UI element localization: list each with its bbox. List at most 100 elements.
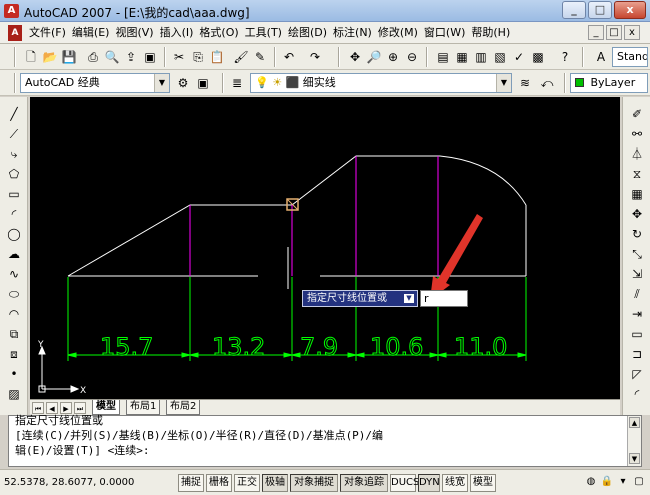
construction-line-icon[interactable]: ⟋ [5, 125, 23, 143]
osnap-toggle[interactable]: 对象捕捉 [290, 474, 338, 492]
tool-palettes-icon[interactable]: ▥ [472, 48, 490, 66]
print-preview-icon[interactable]: 🔍 [103, 48, 121, 66]
scroll-up-icon[interactable]: ▲ [629, 417, 640, 428]
hatch-icon[interactable]: ▨ [5, 385, 23, 403]
menu-help[interactable]: 帮助(H) [468, 22, 513, 44]
menu-dimension[interactable]: 标注(N) [330, 22, 375, 44]
cut-icon[interactable]: ✂ [170, 48, 188, 66]
menu-window[interactable]: 窗口(W) [421, 22, 468, 44]
save-icon[interactable]: 💾 [60, 48, 78, 66]
layer-combo[interactable]: 💡 ☀ ⬛ 细实线 ▼ [250, 73, 512, 93]
rectangle-icon[interactable]: ▭ [5, 185, 23, 203]
drawing-area[interactable]: 15.7 13.2 7.9 10.6 11.0 Y X 指定尺寸线位置或 ▼ r [30, 97, 620, 399]
array-icon[interactable]: ▦ [628, 185, 646, 203]
menu-format[interactable]: 格式(O) [196, 22, 241, 44]
mirror-icon[interactable]: ⏃ [628, 145, 646, 163]
close-button[interactable]: x [614, 1, 646, 19]
chamfer-icon[interactable]: ◸ [628, 365, 646, 383]
dimension-text-3[interactable]: 7.9 [300, 333, 339, 362]
chevron-down-icon[interactable]: ▼ [154, 74, 169, 92]
dynamic-input-field[interactable]: r [420, 290, 468, 307]
block-editor-icon[interactable]: ✎ [251, 48, 269, 66]
insert-block-icon[interactable]: ⧉ [5, 325, 23, 343]
zoom-realtime-icon[interactable]: 🔎 [365, 48, 383, 66]
dimension-text-2[interactable]: 13.2 [212, 333, 266, 362]
clean-screen-icon[interactable]: ▢ [632, 475, 646, 489]
lock-icon[interactable]: 🔒 [600, 475, 614, 489]
coordinate-readout[interactable]: 52.5378, 28.6077, 0.0000 [4, 474, 174, 492]
minimize-button[interactable]: _ [562, 1, 586, 19]
undo-icon[interactable]: ↶ [280, 48, 298, 66]
move-icon[interactable]: ✥ [628, 205, 646, 223]
calculator-icon[interactable]: ▩ [529, 48, 547, 66]
revision-cloud-icon[interactable]: ☁ [5, 245, 23, 263]
point-icon[interactable]: • [5, 365, 23, 383]
open-file-icon[interactable]: 📂 [41, 48, 59, 66]
paste-icon[interactable]: 📋 [208, 48, 226, 66]
make-block-icon[interactable]: ⧈ [5, 345, 23, 363]
command-prompt-line[interactable]: 辑(E)/设置(T)] <连续>: [15, 444, 149, 457]
scale-icon[interactable]: ⤡ [628, 245, 646, 263]
extend-icon[interactable]: ⇥ [628, 305, 646, 323]
workspace-combo[interactable]: AutoCAD 经典 ▼ [20, 73, 170, 93]
copy-icon[interactable]: ⎘ [189, 48, 207, 66]
first-tab-icon[interactable]: ⏮ [32, 402, 44, 414]
prev-tab-icon[interactable]: ◀ [46, 402, 58, 414]
menu-edit[interactable]: 编辑(E) [69, 22, 113, 44]
spline-icon[interactable]: ∿ [5, 265, 23, 283]
polar-toggle[interactable]: 极轴 [262, 474, 288, 492]
command-window[interactable]: 指定尺寸线位置或 [连续(C)/并列(S)/基线(B)/坐标(O)/半径(R)/… [8, 414, 642, 467]
markup-icon[interactable]: ✓ [510, 48, 528, 66]
snap-toggle[interactable]: 捕捉 [178, 474, 204, 492]
pan-icon[interactable]: ✥ [346, 48, 364, 66]
arc-icon[interactable]: ◜ [5, 205, 23, 223]
print-icon[interactable]: ⎙ [84, 48, 102, 66]
match-properties-icon[interactable]: 🖌 [232, 48, 250, 66]
autocad-app-icon[interactable]: A [4, 4, 19, 18]
dyn-toggle[interactable]: DYN [418, 474, 440, 492]
layer-previous-icon[interactable]: ⤺ [538, 74, 556, 92]
chevron-down-icon[interactable]: ▼ [496, 74, 511, 92]
join-icon[interactable]: ⊐ [628, 345, 646, 363]
ellipse-icon[interactable]: ⬭ [5, 285, 23, 303]
design-center-icon[interactable]: ▦ [453, 48, 471, 66]
tab-model[interactable]: 模型 [92, 400, 120, 415]
publish-icon[interactable]: ⇪ [122, 48, 140, 66]
tab-layout2[interactable]: 布局2 [166, 400, 201, 415]
ellipse-arc-icon[interactable]: ◠ [5, 305, 23, 323]
zoom-window-icon[interactable]: ⊕ [384, 48, 402, 66]
grid-toggle[interactable]: 栅格 [206, 474, 232, 492]
tab-layout1[interactable]: 布局1 [126, 400, 161, 415]
menu-tools[interactable]: 工具(T) [242, 22, 285, 44]
plot-3d-icon[interactable]: ▣ [141, 48, 159, 66]
last-tab-icon[interactable]: ⏭ [74, 402, 86, 414]
chevron-down-icon[interactable]: ▼ [404, 294, 414, 303]
model-space-toggle[interactable]: 模型 [470, 474, 496, 492]
menu-file[interactable]: 文件(F) [26, 22, 69, 44]
tray-settings-icon[interactable]: ▾ [616, 475, 630, 489]
circle-icon[interactable]: ◯ [5, 225, 23, 243]
dimension-text-4[interactable]: 10.6 [370, 333, 424, 362]
ortho-toggle[interactable]: 正交 [234, 474, 260, 492]
doc-minimize-button[interactable]: _ [588, 25, 604, 40]
layer-manager-icon[interactable]: ≣ [228, 74, 246, 92]
maximize-button[interactable]: □ [588, 1, 612, 19]
menu-draw[interactable]: 绘图(D) [285, 22, 330, 44]
redo-icon[interactable]: ↷ [306, 48, 324, 66]
help-icon[interactable]: ? [556, 48, 574, 66]
save-workspace-icon[interactable]: ▣ [194, 74, 212, 92]
offset-icon[interactable]: ⧖ [628, 165, 646, 183]
rotate-icon[interactable]: ↻ [628, 225, 646, 243]
break-icon[interactable]: ▭ [628, 325, 646, 343]
make-layer-current-icon[interactable]: ≋ [516, 74, 534, 92]
document-icon[interactable]: A [8, 25, 22, 41]
command-scrollbar[interactable]: ▲ ▼ [627, 416, 641, 466]
dimension-text-1[interactable]: 15.7 [100, 333, 154, 362]
menu-modify[interactable]: 修改(M) [375, 22, 421, 44]
menu-insert[interactable]: 插入(I) [157, 22, 197, 44]
text-style-icon[interactable]: A [592, 48, 610, 66]
properties-icon[interactable]: ▤ [434, 48, 452, 66]
dimension-text-5[interactable]: 11.0 [454, 333, 508, 362]
color-combo[interactable]: ByLayer [570, 73, 648, 93]
polygon-icon[interactable]: ⬠ [5, 165, 23, 183]
